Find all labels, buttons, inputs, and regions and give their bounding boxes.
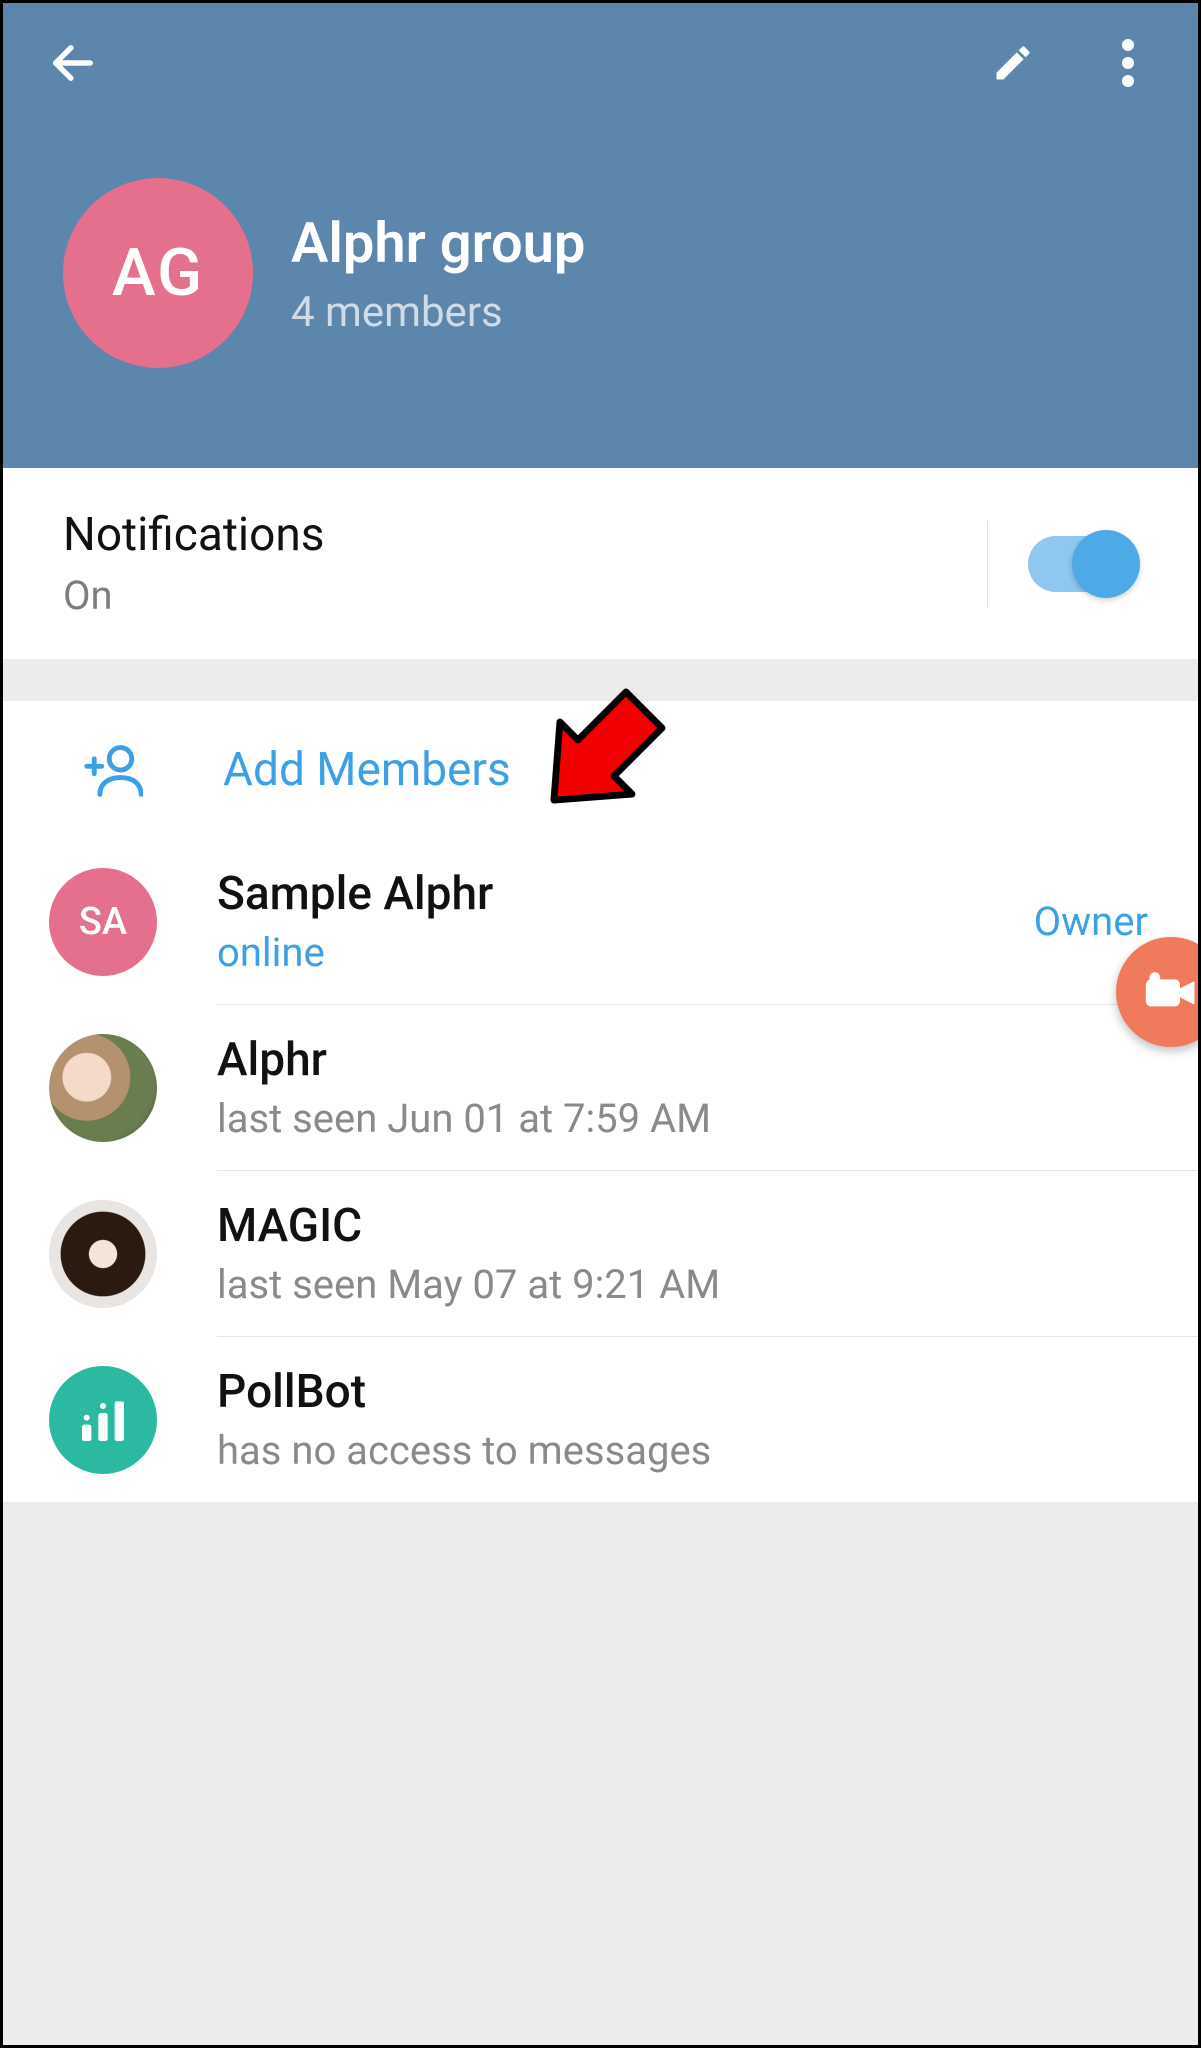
group-info: AG Alphr group 4 members — [3, 123, 1198, 368]
add-members-button[interactable]: Add Members — [3, 701, 1198, 839]
toolbar — [3, 3, 1198, 123]
member-name: Alphr — [217, 1033, 1158, 1087]
toggle-knob — [1072, 530, 1140, 598]
more-options-button[interactable] — [1098, 33, 1158, 93]
add-members-label: Add Members — [223, 743, 511, 797]
member-name: Sample Alphr — [217, 867, 1034, 921]
notifications-title: Notifications — [63, 508, 325, 562]
group-subtitle: 4 members — [291, 288, 585, 337]
back-arrow-icon — [47, 37, 99, 89]
member-status: has no access to messages — [217, 1427, 1158, 1474]
pencil-icon — [991, 41, 1035, 85]
section-gap — [3, 659, 1198, 701]
notifications-toggle[interactable] — [1028, 536, 1138, 592]
group-avatar-initials: AG — [112, 235, 204, 312]
video-camera-icon — [1144, 971, 1198, 1013]
group-title: Alphr group — [291, 210, 585, 276]
member-avatar — [49, 1366, 157, 1474]
bar-chart-icon — [75, 1392, 131, 1448]
member-avatar — [49, 1034, 157, 1142]
more-vertical-icon — [1122, 39, 1134, 87]
app-frame: AG Alphr group 4 members Notifications O… — [0, 0, 1201, 2048]
member-row[interactable]: Alphr last seen Jun 01 at 7:59 AM — [3, 1005, 1198, 1170]
notifications-row[interactable]: Notifications On — [3, 468, 1198, 659]
notifications-state: On — [63, 572, 325, 619]
member-role-badge: Owner — [1034, 898, 1148, 945]
member-name: MAGIC — [217, 1199, 1158, 1253]
member-avatar: SA — [49, 868, 157, 976]
divider — [987, 521, 988, 607]
member-status: last seen Jun 01 at 7:59 AM — [217, 1095, 1158, 1142]
member-row[interactable]: MAGIC last seen May 07 at 9:21 AM — [3, 1171, 1198, 1336]
group-avatar[interactable]: AG — [63, 178, 253, 368]
member-avatar-initials: SA — [79, 900, 127, 944]
member-avatar — [49, 1200, 157, 1308]
header: AG Alphr group 4 members — [3, 3, 1198, 468]
notifications-card: Notifications On — [3, 468, 1198, 659]
member-status: last seen May 07 at 9:21 AM — [217, 1261, 1158, 1308]
member-name: PollBot — [217, 1365, 1158, 1419]
back-button[interactable] — [43, 33, 103, 93]
members-section: Add Members SA Sample Alphr online Owner… — [3, 701, 1198, 1502]
member-row[interactable]: SA Sample Alphr online Owner — [3, 839, 1198, 1004]
edit-button[interactable] — [983, 33, 1043, 93]
member-status: online — [217, 929, 1034, 976]
member-row[interactable]: PollBot has no access to messages — [3, 1337, 1198, 1502]
add-person-icon — [83, 743, 143, 797]
